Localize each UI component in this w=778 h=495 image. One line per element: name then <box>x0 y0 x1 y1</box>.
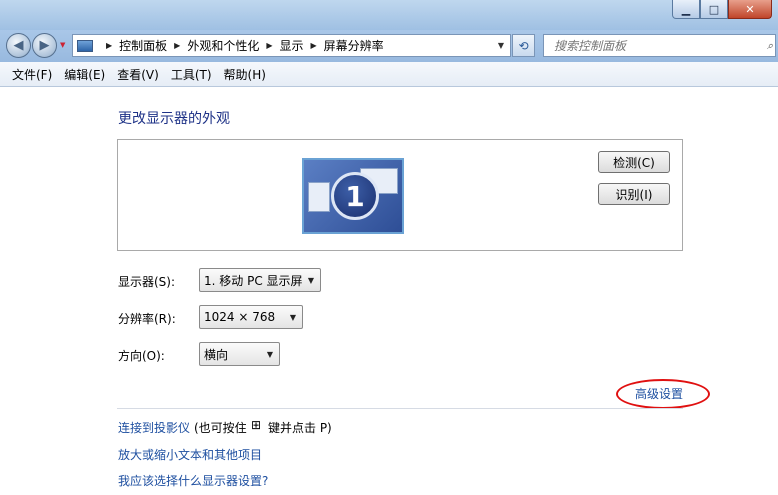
minimize-icon: ▁ <box>681 2 691 16</box>
menu-view[interactable]: 查看(V) <box>111 66 165 83</box>
title-bar: ▁ □ ✕ <box>0 0 778 30</box>
menu-bar: 文件(F) 编辑(E) 查看(V) 工具(T) 帮助(H) <box>0 62 778 87</box>
text-size-link[interactable]: 放大或缩小文本和其他项目 <box>118 446 262 463</box>
search-icon[interactable]: ⌕ <box>767 39 773 53</box>
page-title: 更改显示器的外观 <box>118 111 230 127</box>
monitor-1-thumbnail[interactable]: 1 <box>302 158 404 234</box>
address-bar[interactable]: ▶ 控制面板 ▶ 外观和个性化 ▶ 显示 ▶ 屏幕分辨率 ▼ <box>72 34 511 57</box>
breadcrumb-separator-icon[interactable]: ▶ <box>266 41 272 50</box>
orientation-select[interactable]: 横向 ▼ <box>199 342 280 366</box>
menu-file[interactable]: 文件(F) <box>6 66 58 83</box>
maximize-button[interactable]: □ <box>700 0 728 19</box>
projector-hint-suffix: 键并点击 P) <box>268 421 332 435</box>
content-area: 更改显示器的外观 1 检测(C) 识别(I) 显示器(S): 1. 移动 PC … <box>0 88 778 495</box>
recent-pages-dropdown-icon[interactable]: ▼ <box>60 41 65 49</box>
menu-tools[interactable]: 工具(T) <box>165 66 218 83</box>
monitor-preview: 1 检测(C) 识别(I) <box>117 139 683 251</box>
chevron-down-icon: ▼ <box>289 313 296 322</box>
refresh-button[interactable]: ⟲ <box>512 34 535 57</box>
orientation-label: 方向(O): <box>118 349 165 363</box>
projector-hint-prefix: (也可按住 <box>194 421 247 435</box>
resolution-select-value: 1024 × 768 <box>204 310 276 324</box>
chevron-down-icon: ▼ <box>266 350 273 359</box>
monitor-window-graphic <box>308 182 330 212</box>
advanced-settings-link[interactable]: 高级设置 <box>635 385 683 402</box>
menu-edit[interactable]: 编辑(E) <box>58 66 111 83</box>
identify-button[interactable]: 识别(I) <box>598 183 670 205</box>
search-input[interactable] <box>554 38 754 53</box>
windows-logo-icon: ⊞ <box>251 418 262 432</box>
search-box[interactable]: ⌕ <box>543 34 776 57</box>
menu-help[interactable]: 帮助(H) <box>218 66 272 83</box>
maximize-icon: □ <box>708 2 720 16</box>
back-arrow-icon: ◀ <box>13 38 24 53</box>
back-button[interactable]: ◀ <box>6 33 31 58</box>
breadcrumb-separator-icon[interactable]: ▶ <box>311 41 317 50</box>
close-icon: ✕ <box>745 2 755 16</box>
which-settings-link[interactable]: 我应该选择什么显示器设置? <box>118 472 268 489</box>
resolution-label: 分辨率(R): <box>118 312 176 326</box>
divider <box>117 408 683 409</box>
breadcrumb: ▶ 控制面板 ▶ 外观和个性化 ▶ 显示 ▶ 屏幕分辨率 <box>73 37 492 54</box>
refresh-icon: ⟲ <box>518 38 529 53</box>
breadcrumb-appearance[interactable]: 外观和个性化 <box>187 37 259 54</box>
breadcrumb-separator-icon[interactable]: ▶ <box>174 41 180 50</box>
display-select-value: 1. 移动 PC 显示屏 <box>204 273 303 288</box>
address-dropdown-icon[interactable]: ▼ <box>492 41 510 50</box>
close-button[interactable]: ✕ <box>728 0 772 19</box>
control-panel-icon <box>77 39 93 52</box>
connect-projector-link[interactable]: 连接到投影仪 <box>118 419 190 436</box>
resolution-select[interactable]: 1024 × 768 ▼ <box>199 305 303 329</box>
minimize-button[interactable]: ▁ <box>672 0 700 19</box>
breadcrumb-screen-resolution[interactable]: 屏幕分辨率 <box>324 37 384 54</box>
monitor-number-badge: 1 <box>331 172 379 220</box>
chevron-down-icon: ▼ <box>307 276 314 285</box>
detect-button[interactable]: 检测(C) <box>598 151 670 173</box>
display-select[interactable]: 1. 移动 PC 显示屏 ▼ <box>199 268 321 292</box>
display-label: 显示器(S): <box>118 275 176 289</box>
forward-arrow-icon: ▶ <box>39 38 50 53</box>
breadcrumb-display[interactable]: 显示 <box>280 37 304 54</box>
breadcrumb-control-panel[interactable]: 控制面板 <box>119 37 167 54</box>
breadcrumb-separator-icon[interactable]: ▶ <box>106 41 112 50</box>
window-controls: ▁ □ ✕ <box>672 0 772 19</box>
address-row: ◀ ▶ ▼ ▶ 控制面板 ▶ 外观和个性化 ▶ 显示 ▶ 屏幕分辨率 ▼ ⟲ ⌕ <box>0 30 778 62</box>
orientation-select-value: 横向 <box>204 347 229 362</box>
forward-button[interactable]: ▶ <box>32 33 57 58</box>
